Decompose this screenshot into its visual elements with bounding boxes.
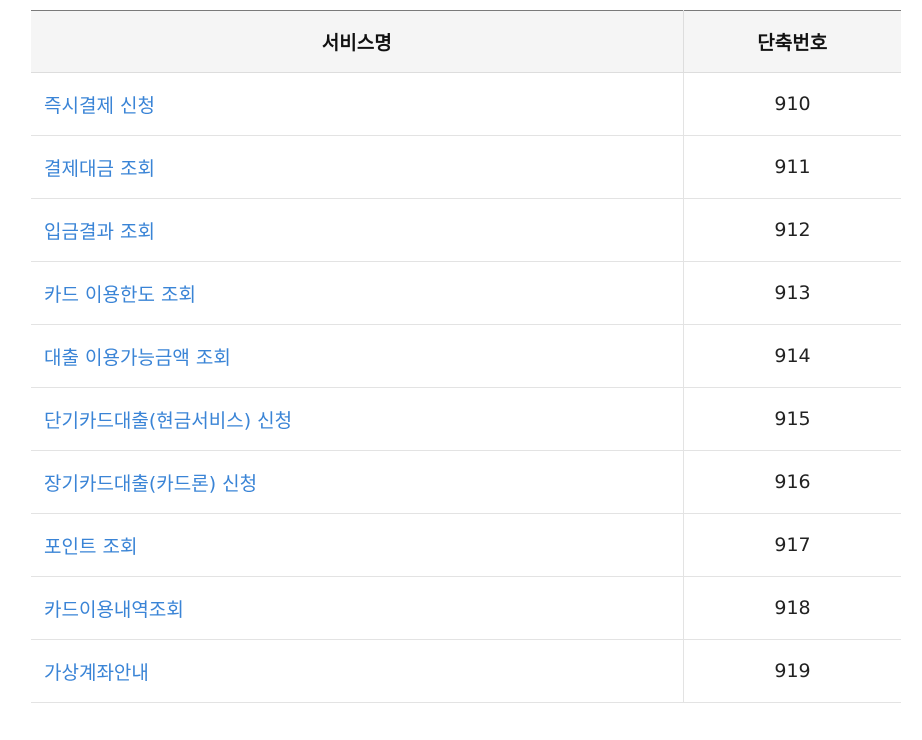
service-link[interactable]: 카드이용내역조회 <box>44 599 184 621</box>
table-row: 카드이용내역조회 918 <box>31 576 901 640</box>
short-code-cell: 916 <box>774 471 811 493</box>
table-row: 가상계좌안내 919 <box>31 639 901 703</box>
table-row: 카드 이용한도 조회 913 <box>31 261 901 325</box>
header-row: 서비스명 단축번호 <box>31 10 901 73</box>
table-row: 대출 이용가능금액 조회 914 <box>31 324 901 388</box>
service-link[interactable]: 포인트 조회 <box>44 536 137 558</box>
table-header: 서비스명 단축번호 <box>31 10 901 73</box>
service-name-cell: 장기카드대출(카드론) 신청 <box>31 450 684 514</box>
short-code-cell: 918 <box>774 597 811 619</box>
short-code-cell: 919 <box>774 660 811 682</box>
table-row: 결제대금 조회 911 <box>31 135 901 199</box>
service-name-cell: 가상계좌안내 <box>31 639 684 703</box>
table-body: 즉시결제 신청 910 결제대금 조회 911 입금결과 조회 912 카드 이… <box>31 72 901 703</box>
service-name-cell: 대출 이용가능금액 조회 <box>31 324 684 388</box>
service-link[interactable]: 결제대금 조회 <box>44 158 155 180</box>
service-link[interactable]: 카드 이용한도 조회 <box>44 284 196 306</box>
service-name-cell: 단기카드대출(현금서비스) 신청 <box>31 387 684 451</box>
short-code-cell: 912 <box>774 219 811 241</box>
service-link[interactable]: 즉시결제 신청 <box>44 95 155 117</box>
table-row: 입금결과 조회 912 <box>31 198 901 262</box>
service-link[interactable]: 입금결과 조회 <box>44 221 155 243</box>
table-row: 포인트 조회 917 <box>31 513 901 577</box>
short-code-cell: 914 <box>774 345 811 367</box>
short-code-cell: 913 <box>774 282 811 304</box>
service-link[interactable]: 단기카드대출(현금서비스) 신청 <box>44 410 292 432</box>
short-code-cell: 917 <box>774 534 811 556</box>
service-name-cell: 카드이용내역조회 <box>31 576 684 640</box>
service-name-cell: 포인트 조회 <box>31 513 684 577</box>
service-name-cell: 입금결과 조회 <box>31 198 684 262</box>
service-link[interactable]: 장기카드대출(카드론) 신청 <box>44 473 257 495</box>
service-shortcode-table: 서비스명 단축번호 즉시결제 신청 910 결제대금 조회 911 입금결과 조… <box>31 10 901 703</box>
service-link[interactable]: 가상계좌안내 <box>44 662 149 684</box>
service-name-cell: 즉시결제 신청 <box>31 72 684 136</box>
header-short-code: 단축번호 <box>757 32 828 54</box>
service-link[interactable]: 대출 이용가능금액 조회 <box>44 347 231 369</box>
short-code-cell: 910 <box>774 93 811 115</box>
service-table-container: 서비스명 단축번호 즉시결제 신청 910 결제대금 조회 911 입금결과 조… <box>31 10 901 703</box>
table-row: 단기카드대출(현금서비스) 신청 915 <box>31 387 901 451</box>
header-service-name: 서비스명 <box>31 10 684 73</box>
short-code-cell: 915 <box>774 408 811 430</box>
table-row: 즉시결제 신청 910 <box>31 72 901 136</box>
short-code-cell: 911 <box>774 156 811 178</box>
table-row: 장기카드대출(카드론) 신청 916 <box>31 450 901 514</box>
service-name-cell: 카드 이용한도 조회 <box>31 261 684 325</box>
service-name-cell: 결제대금 조회 <box>31 135 684 199</box>
